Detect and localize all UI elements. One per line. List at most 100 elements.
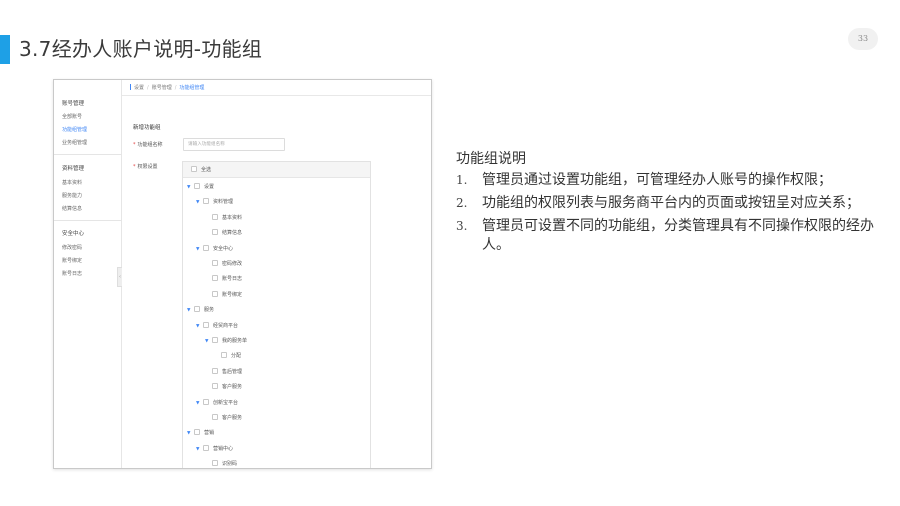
- breadcrumb-item-settings[interactable]: 设置: [134, 85, 144, 91]
- tree-node-label: 密码修改: [222, 261, 243, 267]
- tree-node[interactable]: ▼ 服务: [187, 306, 214, 315]
- breadcrumb-item-account-mgmt[interactable]: 账号管理: [152, 85, 172, 91]
- sidebar-item-account-log[interactable]: 账号日志: [62, 270, 82, 277]
- sidebar-item-all-accounts[interactable]: 全部账号: [62, 113, 82, 120]
- sidebar-group-profile: 资料管理: [62, 166, 85, 172]
- tree-node-label: 分配: [231, 353, 242, 360]
- tree-node-label: 服务: [204, 307, 215, 314]
- checkbox[interactable]: [194, 429, 200, 436]
- tree-node[interactable]: 客户服务: [205, 414, 242, 423]
- note-text: 管理员通过设置功能组，可管理经办人账号的操作权限；: [482, 172, 832, 188]
- permission-label: * 权限设置: [133, 163, 158, 170]
- caret-down-icon[interactable]: ▼: [187, 429, 194, 438]
- checkbox[interactable]: [212, 290, 218, 297]
- tree-node[interactable]: ▼ 我的服务单: [205, 337, 247, 346]
- tree-node[interactable]: 客户服务: [205, 383, 242, 392]
- checkbox[interactable]: [212, 275, 218, 282]
- sidebar-item-settlement-info[interactable]: 结算信息: [62, 205, 82, 212]
- tree-node[interactable]: 结算信息: [205, 229, 242, 238]
- form-panel: 新增功能组 * 功能组名称 请输入功能组名称 * 权限设置 全选 ▼ 设置 ▼ 资料管理基…: [122, 96, 431, 468]
- breadcrumb: 设置 / 账号管理 / 功能组管理: [122, 80, 431, 96]
- checkbox[interactable]: [212, 414, 218, 420]
- caret-down-icon[interactable]: ▼: [196, 445, 203, 454]
- tree-node[interactable]: ▼ 创新宝平台: [196, 398, 238, 408]
- sidebar-item-change-password[interactable]: 修改密码: [62, 244, 82, 251]
- sidebar-divider: [54, 154, 122, 155]
- note-number: 1.: [456, 173, 468, 187]
- tree-node-label: 基本资料: [222, 214, 243, 221]
- checkbox[interactable]: [212, 337, 218, 343]
- tree-node[interactable]: 密码修改: [205, 260, 242, 269]
- tree-node[interactable]: 账号日志: [205, 275, 242, 284]
- sidebar-item-account-binding[interactable]: 账号绑定: [62, 257, 82, 264]
- caret-down-icon[interactable]: ▼: [196, 198, 203, 207]
- breadcrumb-item-current: 功能组管理: [179, 85, 205, 91]
- tree-node-label: 结算信息: [222, 230, 243, 237]
- note-number: 3.: [456, 219, 468, 233]
- caret-down-icon[interactable]: ▼: [196, 399, 203, 408]
- checkbox[interactable]: [212, 229, 218, 236]
- group-name-label-text: 功能组名称: [137, 142, 163, 148]
- caret-down-icon[interactable]: ▼: [187, 306, 194, 315]
- checkbox[interactable]: [212, 367, 218, 374]
- note-item: 1. 管理员通过设置功能组，可管理经办人账号的操作权限；: [456, 171, 894, 190]
- checkbox[interactable]: [203, 244, 209, 251]
- tree-node-label: 客户服务: [222, 415, 243, 421]
- tree-node[interactable]: ▼ 营销中心: [196, 444, 234, 454]
- permission-tree-header: [183, 162, 370, 178]
- checkbox[interactable]: [212, 460, 218, 467]
- sidebar: 账号管理 全部账号 功能组管理 业务组管理 资料管理 基本资料 服务能力 结算信…: [54, 80, 122, 468]
- select-all-label: 全选: [201, 167, 212, 173]
- checkbox[interactable]: [191, 166, 197, 172]
- breadcrumb-marker: [130, 84, 131, 90]
- checkbox[interactable]: [194, 183, 200, 189]
- sidebar-item-function-groups[interactable]: 功能组管理: [62, 126, 87, 133]
- checkbox[interactable]: [221, 352, 227, 359]
- checkbox[interactable]: [203, 198, 209, 205]
- caret-down-icon[interactable]: ▼: [196, 322, 203, 331]
- checkbox[interactable]: [203, 444, 209, 451]
- note-text: 功能组的权限列表与服务商平台内的页面或按钮呈对应关系；: [482, 195, 860, 211]
- checkbox[interactable]: [203, 398, 209, 405]
- tree-node-label: 营销中心: [213, 445, 234, 452]
- tree-node[interactable]: 售后管理: [205, 367, 243, 377]
- sidebar-item-service-capability[interactable]: 服务能力: [62, 192, 82, 199]
- tree-node-label: 资料管理: [213, 199, 234, 206]
- sidebar-item-basic-info[interactable]: 基本资料: [62, 179, 82, 186]
- tree-node[interactable]: 账号绑定: [205, 290, 242, 300]
- tree-node-label: 识别码: [222, 461, 238, 468]
- note-item: 3. 管理员可设置不同的功能组，分类管理具有不同操作权限的经办人。: [456, 217, 894, 255]
- checkbox[interactable]: [212, 383, 218, 390]
- tree-node[interactable]: 基本资料: [205, 213, 243, 223]
- breadcrumb-separator: /: [147, 85, 149, 91]
- tree-node[interactable]: ▼ 设置: [187, 183, 214, 192]
- tree-node-label: 设置: [204, 184, 215, 190]
- tree-node[interactable]: ▼ 安全中心: [196, 244, 233, 254]
- group-name-label: * 功能组名称: [133, 141, 163, 148]
- tree-node-label: 客户服务: [222, 384, 243, 391]
- caret-down-icon[interactable]: ▼: [187, 183, 194, 192]
- tree-node-label: 售后管理: [222, 368, 243, 375]
- note-item: 2. 功能组的权限列表与服务商平台内的页面或按钮呈对应关系；: [456, 194, 894, 213]
- form-title: 新增功能组: [133, 125, 161, 131]
- permission-label-text: 权限设置: [137, 164, 158, 170]
- caret-down-icon[interactable]: ▼: [196, 245, 203, 254]
- tree-node-label: 账号日志: [222, 276, 243, 283]
- caret-down-icon[interactable]: ▼: [205, 337, 212, 346]
- permission-tree: 全选 ▼ 设置 ▼ 资料管理 基本资料 结算信息 ▼ 安全中心 密码修改 账号日志 账号绑定 ▼ 服务 ▼…: [182, 161, 371, 468]
- tree-node[interactable]: ▼ 资料管理: [196, 198, 233, 207]
- sidebar-item-business-groups[interactable]: 业务组管理: [62, 139, 87, 146]
- tree-node[interactable]: 识别码: [205, 460, 238, 468]
- checkbox[interactable]: [212, 260, 218, 266]
- title-accent-bar: [0, 35, 10, 64]
- tree-node[interactable]: ▼ 经贸商平台: [196, 321, 238, 331]
- note-number: 2.: [456, 196, 468, 210]
- tree-node[interactable]: 分配: [214, 352, 241, 361]
- checkbox[interactable]: [212, 213, 218, 220]
- checkbox[interactable]: [194, 306, 200, 313]
- tree-node[interactable]: ▼ 营销: [187, 429, 214, 438]
- app-screenshot: 账号管理 全部账号 功能组管理 业务组管理 资料管理 基本资料 服务能力 结算信…: [53, 79, 432, 469]
- checkbox[interactable]: [203, 321, 209, 328]
- group-name-input[interactable]: 请输入功能组名称: [183, 138, 285, 151]
- select-all-checkbox[interactable]: 全选: [191, 166, 211, 175]
